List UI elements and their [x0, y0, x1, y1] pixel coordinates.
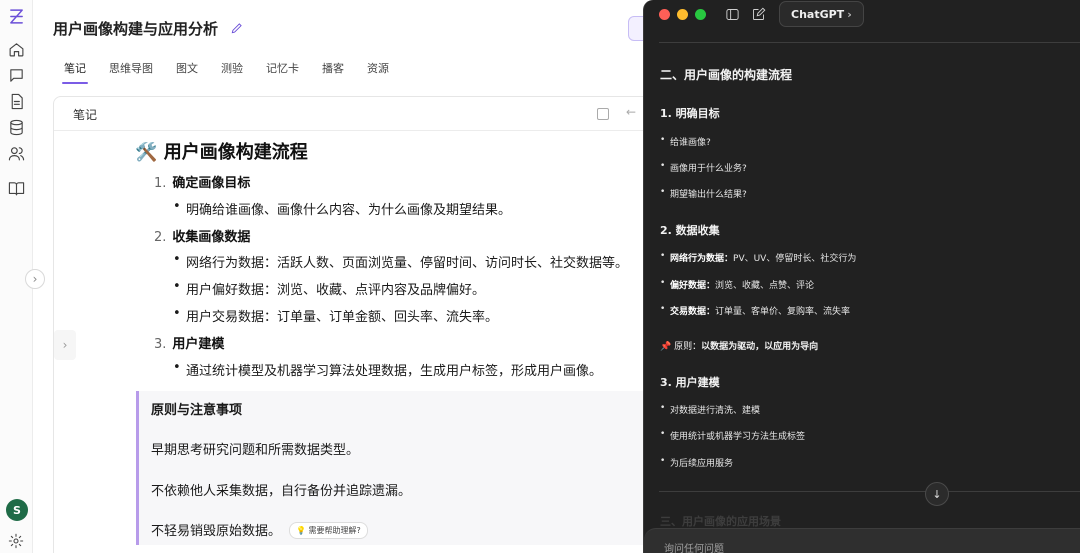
help-button[interactable]: 💡 需要帮助理解?: [289, 522, 368, 539]
faded-next-section: 三、用户画像的应用场景: [660, 515, 781, 528]
window-controls: [659, 9, 706, 20]
document-icon[interactable]: [8, 93, 25, 110]
settings-icon[interactable]: [8, 533, 24, 549]
tab-notes[interactable]: 笔记: [62, 60, 88, 84]
note-card-label: 笔记: [73, 108, 98, 122]
avatar[interactable]: S: [6, 499, 28, 521]
arrow-left-icon[interactable]: ←: [626, 105, 636, 119]
response-bullet: 使用统计或机器学习方法生成标签: [660, 429, 805, 442]
response-step-title: 3. 用户建模: [660, 376, 720, 389]
tab-flashcards[interactable]: 记忆卡: [266, 60, 299, 82]
sidebar-toggle-icon[interactable]: [721, 6, 745, 24]
divider: [659, 42, 1080, 43]
tab-resources[interactable]: 资源: [367, 60, 389, 82]
callout-line: 早期思考研究问题和所需数据类型。: [151, 443, 360, 458]
divider: [659, 491, 1080, 492]
response-step-title: 1. 明确目标: [660, 107, 720, 120]
list-item: 通过统计模型及机器学习算法处理数据，生成用户标签，形成用户画像。: [173, 360, 602, 379]
model-name: ChatGPT: [791, 7, 845, 21]
expand-sidebar-button[interactable]: ›: [25, 269, 45, 289]
list-item: 明确给谁画像、画像什么内容、为什么画像及期望结果。: [173, 199, 511, 218]
pin-icon: 📌: [660, 342, 672, 352]
chatgpt-window: ChatGPT› 二、用户画像的构建流程 1. 明确目标 给谁画像? 画像用于什…: [643, 0, 1080, 553]
list-item: 用户交易数据：订单量、订单金额、回头率、流失率。: [173, 306, 498, 325]
chat-composer[interactable]: 询问任何问题: [644, 528, 1080, 553]
minimize-window-button[interactable]: [677, 9, 688, 20]
save-icon[interactable]: [597, 108, 609, 120]
tab-quiz[interactable]: 测验: [221, 60, 243, 82]
list-item: 网络行为数据：活跃人数、页面浏览量、停留时间、访问时长、社交数据等。: [173, 252, 628, 271]
callout-title: 原则与注意事项: [151, 403, 243, 418]
tab-mindmap[interactable]: 思维导图: [109, 60, 153, 82]
page-title: 用户画像构建与应用分析: [53, 20, 219, 38]
users-icon[interactable]: [8, 145, 25, 162]
principles-callout: 原则与注意事项 早期思考研究问题和所需数据类型。 不依赖他人采集数据，自行备份并…: [136, 391, 646, 545]
panel-toggle-button[interactable]: ›: [54, 330, 76, 360]
response-bullet: 为后续应用服务: [660, 456, 733, 469]
home-icon[interactable]: [8, 41, 25, 58]
response-bullet: 画像用于什么业务?: [660, 161, 747, 174]
callout-line-with-help: 不轻易销毁原始数据。 💡 需要帮助理解?: [151, 520, 368, 539]
callout-line: 不轻易销毁原始数据。: [151, 524, 282, 539]
response-section-title: 二、用户画像的构建流程: [660, 68, 793, 82]
chat-icon[interactable]: [8, 67, 25, 84]
principle-line: 📌 原则：以数据为驱动，以应用为导向: [660, 342, 819, 352]
response-step-title: 2. 数据收集: [660, 224, 720, 237]
tools-emoji-icon: 🛠️: [135, 142, 158, 163]
app-logo-icon[interactable]: [8, 8, 25, 25]
response-bullet: 网络行为数据：PV、UV、停留时长、社交行为: [660, 251, 856, 264]
close-window-button[interactable]: [659, 9, 670, 20]
tab-image-text[interactable]: 图文: [176, 60, 198, 82]
response-bullet: 给谁画像?: [660, 135, 711, 148]
callout-line: 不依赖他人采集数据，自行备份并追踪遗漏。: [151, 484, 412, 499]
note-card-header: 笔记 ←: [54, 97, 672, 131]
note-heading: 🛠️ 用户画像构建流程: [135, 138, 308, 164]
list-item: 2. 收集画像数据: [154, 230, 251, 245]
response-bullet: 交易数据：订单量、客单价、复购率、流失率: [660, 304, 850, 317]
new-chat-icon[interactable]: [747, 6, 771, 24]
list-item: 1. 确定画像目标: [154, 176, 251, 191]
maximize-window-button[interactable]: [695, 9, 706, 20]
model-selector-button[interactable]: ChatGPT ›: [779, 1, 864, 27]
response-bullet: 偏好数据：浏览、收藏、点赞、评论: [660, 278, 814, 291]
database-icon[interactable]: [8, 119, 25, 136]
edit-title-icon[interactable]: [230, 20, 244, 34]
response-bullet: 对数据进行清洗、建模: [660, 403, 760, 416]
scroll-down-button[interactable]: ↓: [925, 482, 949, 506]
list-item: 用户偏好数据：浏览、收藏、点评内容及品牌偏好。: [173, 279, 485, 298]
tab-bar: 笔记 思维导图 图文 测验 记忆卡 播客 资源: [62, 60, 412, 84]
note-heading-text: 用户画像构建流程: [163, 142, 308, 163]
tab-podcast[interactable]: 播客: [322, 60, 344, 82]
response-bullet: 期望输出什么结果?: [660, 187, 747, 200]
chat-input-placeholder[interactable]: 询问任何问题: [664, 540, 724, 553]
chevron-right-icon: ›: [847, 7, 852, 21]
book-icon[interactable]: [8, 180, 25, 197]
list-item: 3. 用户建模: [154, 337, 225, 352]
